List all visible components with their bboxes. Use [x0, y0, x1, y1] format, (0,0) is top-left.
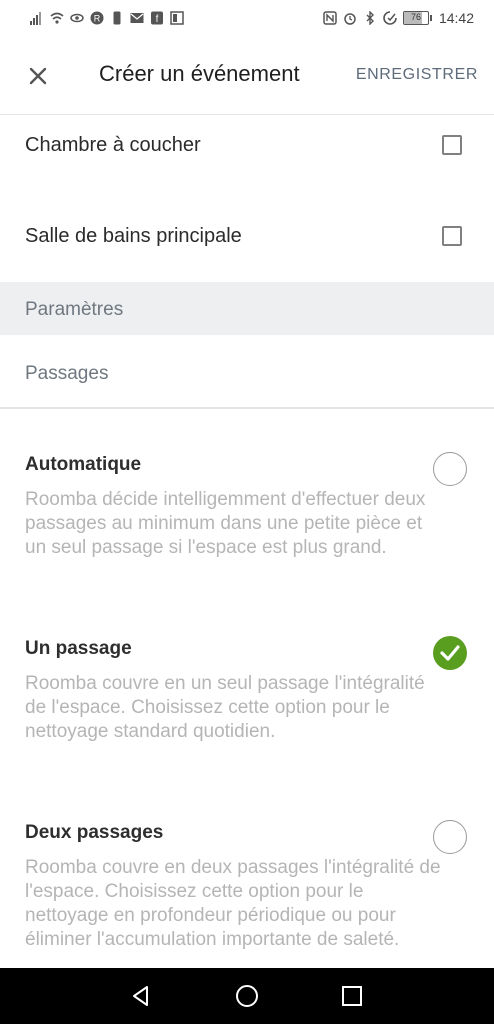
- option-automatic[interactable]: Automatique Roomba décide intelligemment…: [0, 452, 494, 594]
- option-description: Roomba décide intelligemment d'effectuer…: [25, 489, 426, 558]
- option-description: Roomba couvre en deux passages l'intégra…: [25, 857, 441, 950]
- status-left-icons: R f: [30, 9, 184, 27]
- section-header-parameters: Paramètres: [0, 282, 494, 335]
- room-label: Chambre à coucher: [25, 134, 201, 156]
- back-icon: [133, 986, 148, 1006]
- status-time: 14:42: [438, 10, 474, 26]
- svg-text:f: f: [156, 14, 159, 25]
- battery-indicator: 76: [402, 11, 432, 25]
- mail-icon: [130, 13, 144, 23]
- option-double-pass[interactable]: Deux passages Roomba couvre en deux pass…: [0, 820, 494, 968]
- option-description: Roomba couvre en un seul passage l'intég…: [25, 673, 425, 742]
- nfc-icon: [323, 11, 337, 25]
- nav-back-button[interactable]: [129, 984, 153, 1008]
- eye-icon: [70, 13, 84, 23]
- f-app-icon: f: [151, 11, 163, 25]
- subsection-title: Passages: [25, 363, 109, 384]
- subsection-passes: Passages: [0, 335, 494, 409]
- battery-level: 76: [410, 12, 421, 22]
- close-button[interactable]: [22, 60, 54, 92]
- check-icon: [440, 645, 460, 661]
- section-title: Paramètres: [25, 299, 124, 320]
- room-item-bedroom[interactable]: Chambre à coucher: [0, 115, 494, 206]
- room-checkbox[interactable]: [442, 226, 462, 246]
- system-nav-bar: [0, 968, 494, 1024]
- alarm-icon: [344, 13, 356, 25]
- home-icon: [236, 985, 258, 1007]
- save-button[interactable]: ENREGISTRER: [356, 66, 478, 84]
- bluetooth-icon: [366, 11, 374, 25]
- status-right-icons: 76 14:42: [323, 9, 474, 27]
- svg-text:R: R: [94, 14, 101, 24]
- option-title: Un passage: [25, 638, 132, 659]
- signal-icon: [30, 12, 41, 25]
- page-title: Créer un événement: [99, 61, 300, 86]
- option-title: Automatique: [25, 454, 142, 475]
- option-title: Deux passages: [25, 822, 164, 843]
- option-radio[interactable]: [433, 452, 467, 486]
- data-saver-icon: [383, 11, 397, 25]
- nav-recents-button[interactable]: [340, 984, 364, 1008]
- r-app-icon: R: [90, 11, 104, 25]
- option-radio-selected[interactable]: [433, 636, 467, 670]
- close-icon: [29, 67, 47, 85]
- room-checkbox[interactable]: [442, 135, 462, 155]
- option-single-pass[interactable]: Un passage Roomba couvre en un seul pass…: [0, 636, 494, 778]
- room-label: Salle de bains principale: [25, 225, 242, 247]
- phone-icon: [113, 11, 121, 25]
- app-header: Créer un événement ENREGISTRER: [0, 36, 494, 115]
- status-bar: R f 76 14:42: [0, 0, 494, 36]
- nav-home-button[interactable]: [235, 984, 259, 1008]
- recents-icon: [342, 986, 362, 1006]
- wifi-icon: [50, 12, 64, 24]
- option-radio[interactable]: [433, 820, 467, 854]
- image-icon: [170, 11, 184, 25]
- event-form: Chambre à coucher Salle de bains princip…: [0, 115, 494, 968]
